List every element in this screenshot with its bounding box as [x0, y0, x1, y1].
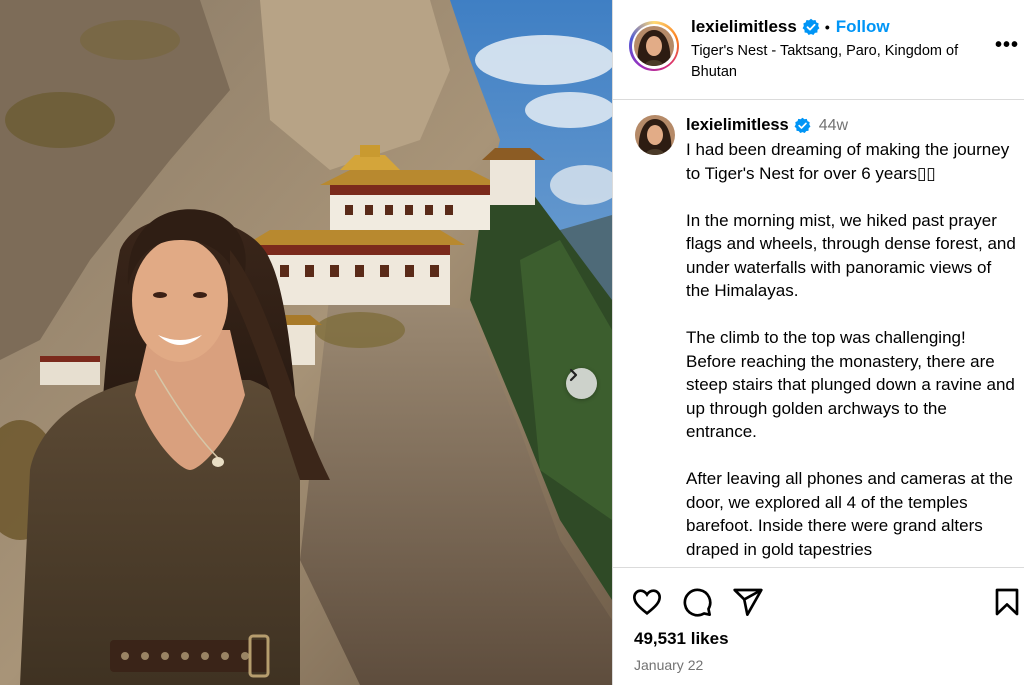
follow-button[interactable]: Follow — [836, 17, 890, 37]
caption-header: lexielimitless 44w — [686, 116, 848, 135]
story-ring[interactable] — [629, 21, 679, 71]
post-details-panel: lexielimitless • Follow Tiger's Nest - T… — [612, 0, 1024, 685]
caption-paragraph: The climb to the top was challenging! Be… — [686, 328, 1015, 441]
bookmark-icon[interactable] — [991, 586, 1023, 618]
separator-dot: • — [824, 19, 830, 35]
heart-icon[interactable] — [631, 586, 663, 618]
chevron-right-icon — [569, 368, 578, 382]
header-username[interactable]: lexielimitless — [691, 17, 797, 37]
caption-username[interactable]: lexielimitless — [686, 116, 789, 135]
instagram-post: lexielimitless • Follow Tiger's Nest - T… — [0, 0, 1024, 685]
caption-paragraph: In the morning mist, we hiked past praye… — [686, 210, 1016, 301]
more-options-icon[interactable]: ••• — [995, 34, 1019, 57]
action-bar: 49,531 likes January 22 — [613, 567, 1024, 685]
caption-paragraph: After leaving all phones and cameras at … — [686, 469, 1013, 559]
header-user-row: lexielimitless • Follow — [691, 17, 890, 37]
share-icon[interactable] — [732, 586, 764, 618]
next-photo-button[interactable] — [566, 368, 597, 399]
caption-paragraph: I had been dreaming of making the journe… — [686, 140, 1010, 183]
post-header: lexielimitless • Follow Tiger's Nest - T… — [613, 0, 1024, 100]
likes-count[interactable]: 49,531 likes — [634, 629, 729, 649]
verified-badge-icon — [802, 18, 820, 35]
caption-text: I had been dreaming of making the journe… — [686, 138, 1016, 567]
post-date[interactable]: January 22 — [634, 657, 703, 673]
caption-avatar[interactable] — [635, 115, 675, 155]
photo-illustration — [0, 0, 612, 685]
comment-icon[interactable] — [681, 586, 713, 618]
caption-section: lexielimitless 44w I had been dreaming o… — [613, 100, 1024, 567]
caption-time-ago[interactable]: 44w — [819, 117, 848, 135]
location-link[interactable]: Tiger's Nest - Taktsang, Paro, Kingdom o… — [691, 41, 991, 83]
avatar — [634, 26, 674, 66]
post-photo[interactable] — [0, 0, 612, 685]
verified-badge-icon — [794, 117, 811, 134]
